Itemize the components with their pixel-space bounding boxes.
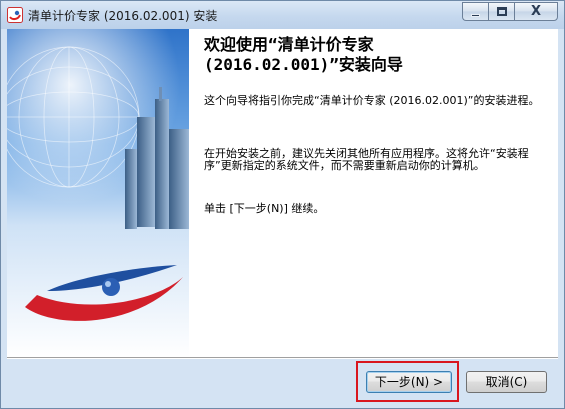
installer-window: 清单计价专家 (2016.02.001) 安装 X 欢迎使用“清单计价专家 (2… bbox=[0, 0, 565, 409]
minimize-button[interactable] bbox=[462, 2, 488, 21]
maximize-button[interactable] bbox=[488, 2, 514, 21]
cancel-button[interactable]: 取消(C) bbox=[466, 371, 547, 393]
next-button[interactable]: 下一步(N) > bbox=[366, 371, 452, 393]
wizard-banner-image bbox=[7, 29, 189, 357]
close-icon: X bbox=[530, 4, 542, 19]
caption-buttons: X bbox=[462, 2, 558, 21]
app-logo-icon bbox=[7, 7, 23, 23]
wizard-content: 欢迎使用“清单计价专家 (2016.02.001)”安装向导 这个向导将指引你完… bbox=[7, 29, 558, 357]
welcome-heading: 欢迎使用“清单计价专家 (2016.02.001)”安装向导 bbox=[204, 35, 549, 75]
footer-divider-highlight bbox=[7, 358, 558, 359]
intro-paragraph: 这个向导将指引你完成“清单计价专家 (2016.02.001)”的安装进程。 bbox=[204, 94, 540, 107]
heading-line2: (2016.02.001)”安装向导 bbox=[204, 55, 403, 74]
heading-line1: 欢迎使用“清单计价专家 bbox=[204, 35, 374, 54]
title-bar[interactable]: 清单计价专家 (2016.02.001) 安装 X bbox=[1, 1, 564, 29]
welcome-text: 欢迎使用“清单计价专家 (2016.02.001)”安装向导 这个向导将指引你完… bbox=[204, 35, 549, 215]
continue-paragraph: 单击 [下一步(N)] 继续。 bbox=[204, 202, 325, 215]
close-apps-paragraph: 在开始安装之前，建议先关闭其他所有应用程序。这将允许“安装程序”更新指定的系统文… bbox=[204, 147, 529, 172]
close-button[interactable]: X bbox=[514, 2, 558, 21]
window-title: 清单计价专家 (2016.02.001) 安装 bbox=[28, 9, 218, 23]
